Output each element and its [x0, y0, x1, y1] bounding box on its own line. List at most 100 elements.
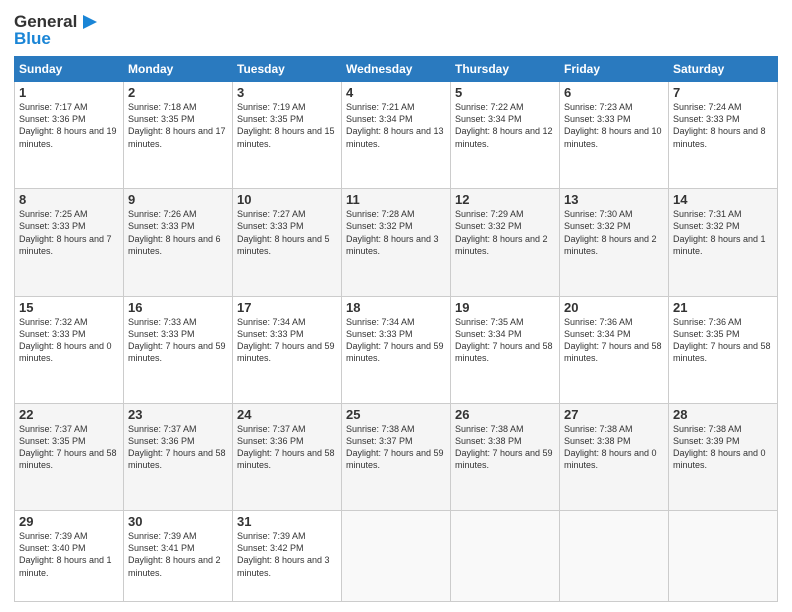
calendar-cell: 2Sunrise: 7:18 AMSunset: 3:35 PMDaylight… [124, 82, 233, 189]
cell-info: Sunrise: 7:25 AMSunset: 3:33 PMDaylight:… [19, 208, 119, 257]
day-number: 20 [564, 300, 664, 315]
cell-info: Sunrise: 7:21 AMSunset: 3:34 PMDaylight:… [346, 101, 446, 150]
calendar-cell: 29Sunrise: 7:39 AMSunset: 3:40 PMDayligh… [15, 511, 124, 602]
day-number: 2 [128, 85, 228, 100]
day-number: 28 [673, 407, 773, 422]
day-number: 1 [19, 85, 119, 100]
weekday-header: Tuesday [233, 57, 342, 82]
cell-info: Sunrise: 7:33 AMSunset: 3:33 PMDaylight:… [128, 316, 228, 365]
calendar-cell: 22Sunrise: 7:37 AMSunset: 3:35 PMDayligh… [15, 403, 124, 510]
weekday-header: Monday [124, 57, 233, 82]
calendar-cell: 21Sunrise: 7:36 AMSunset: 3:35 PMDayligh… [669, 296, 778, 403]
day-number: 13 [564, 192, 664, 207]
day-number: 4 [346, 85, 446, 100]
cell-info: Sunrise: 7:17 AMSunset: 3:36 PMDaylight:… [19, 101, 119, 150]
calendar-cell: 15Sunrise: 7:32 AMSunset: 3:33 PMDayligh… [15, 296, 124, 403]
calendar-cell: 1Sunrise: 7:17 AMSunset: 3:36 PMDaylight… [15, 82, 124, 189]
day-number: 29 [19, 514, 119, 529]
calendar-cell: 31Sunrise: 7:39 AMSunset: 3:42 PMDayligh… [233, 511, 342, 602]
day-number: 16 [128, 300, 228, 315]
day-number: 11 [346, 192, 446, 207]
calendar-cell: 3Sunrise: 7:19 AMSunset: 3:35 PMDaylight… [233, 82, 342, 189]
calendar-cell: 14Sunrise: 7:31 AMSunset: 3:32 PMDayligh… [669, 189, 778, 296]
day-number: 12 [455, 192, 555, 207]
calendar-cell: 8Sunrise: 7:25 AMSunset: 3:33 PMDaylight… [15, 189, 124, 296]
day-number: 23 [128, 407, 228, 422]
cell-info: Sunrise: 7:37 AMSunset: 3:36 PMDaylight:… [128, 423, 228, 472]
day-number: 10 [237, 192, 337, 207]
calendar-cell [342, 511, 451, 602]
weekday-header: Thursday [451, 57, 560, 82]
cell-info: Sunrise: 7:39 AMSunset: 3:41 PMDaylight:… [128, 530, 228, 579]
day-number: 6 [564, 85, 664, 100]
cell-info: Sunrise: 7:38 AMSunset: 3:39 PMDaylight:… [673, 423, 773, 472]
calendar-cell: 26Sunrise: 7:38 AMSunset: 3:38 PMDayligh… [451, 403, 560, 510]
cell-info: Sunrise: 7:38 AMSunset: 3:38 PMDaylight:… [455, 423, 555, 472]
weekday-header: Sunday [15, 57, 124, 82]
logo: General Blue [14, 12, 97, 48]
day-number: 15 [19, 300, 119, 315]
calendar-cell [560, 511, 669, 602]
cell-info: Sunrise: 7:24 AMSunset: 3:33 PMDaylight:… [673, 101, 773, 150]
cell-info: Sunrise: 7:19 AMSunset: 3:35 PMDaylight:… [237, 101, 337, 150]
cell-info: Sunrise: 7:36 AMSunset: 3:34 PMDaylight:… [564, 316, 664, 365]
calendar-cell: 24Sunrise: 7:37 AMSunset: 3:36 PMDayligh… [233, 403, 342, 510]
calendar-cell: 16Sunrise: 7:33 AMSunset: 3:33 PMDayligh… [124, 296, 233, 403]
calendar-cell: 19Sunrise: 7:35 AMSunset: 3:34 PMDayligh… [451, 296, 560, 403]
day-number: 7 [673, 85, 773, 100]
calendar-cell [669, 511, 778, 602]
calendar-cell [451, 511, 560, 602]
cell-info: Sunrise: 7:39 AMSunset: 3:40 PMDaylight:… [19, 530, 119, 579]
calendar-cell: 28Sunrise: 7:38 AMSunset: 3:39 PMDayligh… [669, 403, 778, 510]
page: General Blue SundayMondayTuesdayWednesda… [0, 0, 792, 612]
day-number: 27 [564, 407, 664, 422]
weekday-header: Friday [560, 57, 669, 82]
cell-info: Sunrise: 7:26 AMSunset: 3:33 PMDaylight:… [128, 208, 228, 257]
cell-info: Sunrise: 7:30 AMSunset: 3:32 PMDaylight:… [564, 208, 664, 257]
day-number: 3 [237, 85, 337, 100]
calendar-cell: 23Sunrise: 7:37 AMSunset: 3:36 PMDayligh… [124, 403, 233, 510]
day-number: 17 [237, 300, 337, 315]
calendar-cell: 4Sunrise: 7:21 AMSunset: 3:34 PMDaylight… [342, 82, 451, 189]
calendar-cell: 6Sunrise: 7:23 AMSunset: 3:33 PMDaylight… [560, 82, 669, 189]
day-number: 25 [346, 407, 446, 422]
day-number: 18 [346, 300, 446, 315]
weekday-header: Wednesday [342, 57, 451, 82]
calendar-cell: 17Sunrise: 7:34 AMSunset: 3:33 PMDayligh… [233, 296, 342, 403]
calendar-cell: 11Sunrise: 7:28 AMSunset: 3:32 PMDayligh… [342, 189, 451, 296]
cell-info: Sunrise: 7:35 AMSunset: 3:34 PMDaylight:… [455, 316, 555, 365]
cell-info: Sunrise: 7:29 AMSunset: 3:32 PMDaylight:… [455, 208, 555, 257]
calendar-table: SundayMondayTuesdayWednesdayThursdayFrid… [14, 56, 778, 602]
calendar-cell: 27Sunrise: 7:38 AMSunset: 3:38 PMDayligh… [560, 403, 669, 510]
weekday-header: Saturday [669, 57, 778, 82]
cell-info: Sunrise: 7:28 AMSunset: 3:32 PMDaylight:… [346, 208, 446, 257]
day-number: 31 [237, 514, 337, 529]
logo-arrow-icon [79, 13, 97, 31]
logo-container: General Blue [14, 12, 97, 48]
cell-info: Sunrise: 7:38 AMSunset: 3:38 PMDaylight:… [564, 423, 664, 472]
calendar-cell: 7Sunrise: 7:24 AMSunset: 3:33 PMDaylight… [669, 82, 778, 189]
calendar-cell: 25Sunrise: 7:38 AMSunset: 3:37 PMDayligh… [342, 403, 451, 510]
cell-info: Sunrise: 7:27 AMSunset: 3:33 PMDaylight:… [237, 208, 337, 257]
cell-info: Sunrise: 7:34 AMSunset: 3:33 PMDaylight:… [237, 316, 337, 365]
calendar-cell: 10Sunrise: 7:27 AMSunset: 3:33 PMDayligh… [233, 189, 342, 296]
cell-info: Sunrise: 7:36 AMSunset: 3:35 PMDaylight:… [673, 316, 773, 365]
cell-info: Sunrise: 7:23 AMSunset: 3:33 PMDaylight:… [564, 101, 664, 150]
day-number: 22 [19, 407, 119, 422]
day-number: 30 [128, 514, 228, 529]
day-number: 21 [673, 300, 773, 315]
day-number: 8 [19, 192, 119, 207]
cell-info: Sunrise: 7:38 AMSunset: 3:37 PMDaylight:… [346, 423, 446, 472]
cell-info: Sunrise: 7:37 AMSunset: 3:35 PMDaylight:… [19, 423, 119, 472]
cell-info: Sunrise: 7:31 AMSunset: 3:32 PMDaylight:… [673, 208, 773, 257]
calendar-cell: 5Sunrise: 7:22 AMSunset: 3:34 PMDaylight… [451, 82, 560, 189]
cell-info: Sunrise: 7:32 AMSunset: 3:33 PMDaylight:… [19, 316, 119, 365]
day-number: 24 [237, 407, 337, 422]
calendar-cell: 13Sunrise: 7:30 AMSunset: 3:32 PMDayligh… [560, 189, 669, 296]
day-number: 5 [455, 85, 555, 100]
calendar-cell: 20Sunrise: 7:36 AMSunset: 3:34 PMDayligh… [560, 296, 669, 403]
logo-blue-text: Blue [14, 29, 51, 49]
calendar-cell: 9Sunrise: 7:26 AMSunset: 3:33 PMDaylight… [124, 189, 233, 296]
day-number: 9 [128, 192, 228, 207]
cell-info: Sunrise: 7:34 AMSunset: 3:33 PMDaylight:… [346, 316, 446, 365]
